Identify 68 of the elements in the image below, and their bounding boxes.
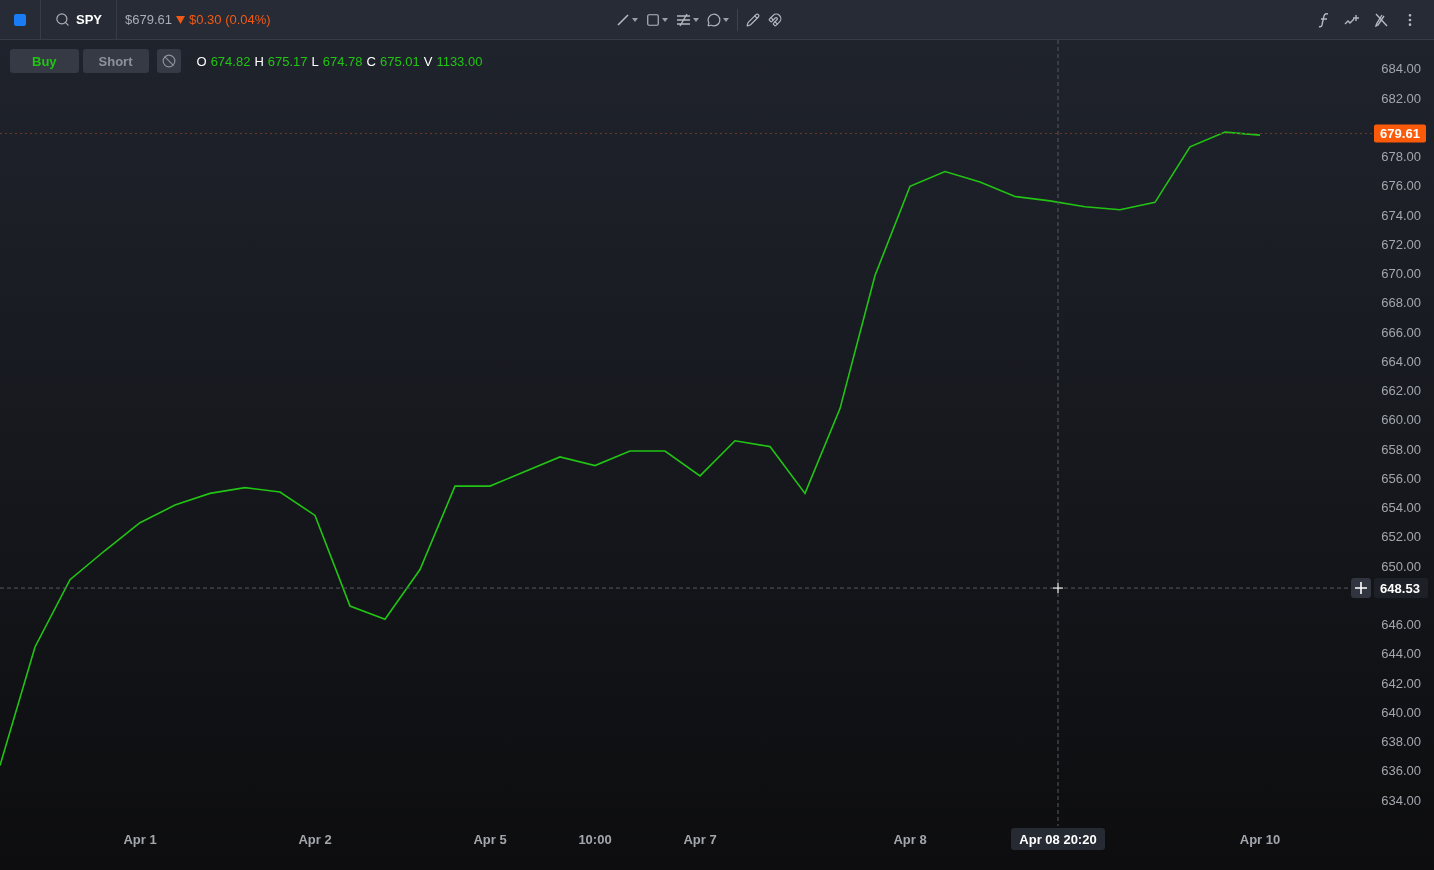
legend-key: O: [196, 53, 207, 69]
legend-key: H: [254, 53, 264, 69]
current-price-tag: 679.61: [1374, 124, 1426, 143]
legend-key: V: [423, 53, 433, 69]
caret-icon[interactable]: [693, 18, 699, 22]
legend-key: L: [311, 53, 319, 69]
pencil-icon[interactable]: [746, 13, 760, 27]
rectangle-tool-icon[interactable]: [646, 13, 660, 27]
price-label: 678.00: [1381, 149, 1421, 164]
crossed-pen-icon[interactable]: [1374, 12, 1388, 27]
logo-icon: [14, 13, 26, 26]
price-label: 636.00: [1381, 763, 1421, 779]
time-label: Apr 8: [893, 832, 927, 847]
price-label: 666.00: [1381, 324, 1421, 340]
price-label: 646.00: [1381, 617, 1421, 633]
caret-icon[interactable]: [632, 18, 638, 22]
price-label: 664.00: [1381, 353, 1421, 369]
add-button[interactable]: [1351, 578, 1371, 599]
line-tool-icon[interactable]: [616, 13, 630, 27]
price-label: 644.00: [1381, 646, 1421, 662]
legend-value: 675.01: [379, 53, 420, 69]
price-label: 676.00: [1381, 178, 1421, 194]
legend-value: 1133.00: [436, 53, 483, 69]
price-label: 684.00: [1381, 61, 1421, 77]
caret-icon[interactable]: [723, 18, 729, 22]
price-label: 638.00: [1381, 734, 1421, 750]
legend-value: 674.78: [322, 53, 363, 69]
price-label: 652.00: [1381, 529, 1421, 545]
price-label: 670.00: [1381, 266, 1421, 282]
price-label: 674.00: [1381, 207, 1421, 223]
hide-button[interactable]: [156, 49, 181, 73]
legend-value: 675.17: [267, 53, 308, 69]
price-label: 682.00: [1381, 90, 1421, 106]
price-label: 642.00: [1381, 675, 1421, 691]
time-label: 10:00: [578, 832, 612, 847]
time-label: Apr 10: [1239, 832, 1281, 847]
price-label: 668.00: [1381, 295, 1421, 311]
buy-button[interactable]: Buy: [10, 49, 79, 73]
price-label: 662.00: [1381, 383, 1421, 399]
time-label: Apr 7: [683, 832, 717, 847]
price-label: 650.00: [1381, 558, 1421, 574]
price-label: 672.00: [1381, 236, 1421, 252]
price-label: 660.00: [1381, 412, 1421, 428]
price-change: $0.30 (0.04%): [189, 12, 271, 27]
lines-tool-icon[interactable]: [676, 13, 691, 27]
speech-bubble-icon[interactable]: [707, 13, 721, 27]
price-label: 640.00: [1381, 704, 1421, 720]
crosshair-icon: [1052, 582, 1064, 594]
trend-plus-icon[interactable]: [1344, 13, 1360, 26]
price-label: 658.00: [1381, 441, 1421, 457]
search-icon[interactable]: [55, 12, 70, 27]
price-label: 634.00: [1381, 792, 1421, 808]
symbol-label[interactable]: SPY: [76, 12, 102, 27]
last-price: $679.61: [125, 12, 172, 27]
time-label: Apr 5: [473, 832, 507, 847]
time-label: Apr 2: [298, 832, 332, 847]
legend-key: C: [366, 53, 376, 69]
legend-value: 674.82: [210, 53, 251, 69]
crossed-circle-icon: [161, 54, 176, 68]
crosshair-price-tag: 648.53: [1374, 578, 1428, 599]
function-icon[interactable]: [1318, 11, 1330, 28]
price-label: 656.00: [1381, 470, 1421, 486]
crosshair-time-tag: Apr 08 20:20: [1011, 828, 1105, 850]
magnet-icon[interactable]: [768, 13, 782, 27]
time-label: Apr 1: [123, 832, 157, 847]
caret-icon[interactable]: [662, 18, 668, 22]
short-button[interactable]: Short: [82, 49, 149, 73]
price-label: 654.00: [1381, 500, 1421, 516]
